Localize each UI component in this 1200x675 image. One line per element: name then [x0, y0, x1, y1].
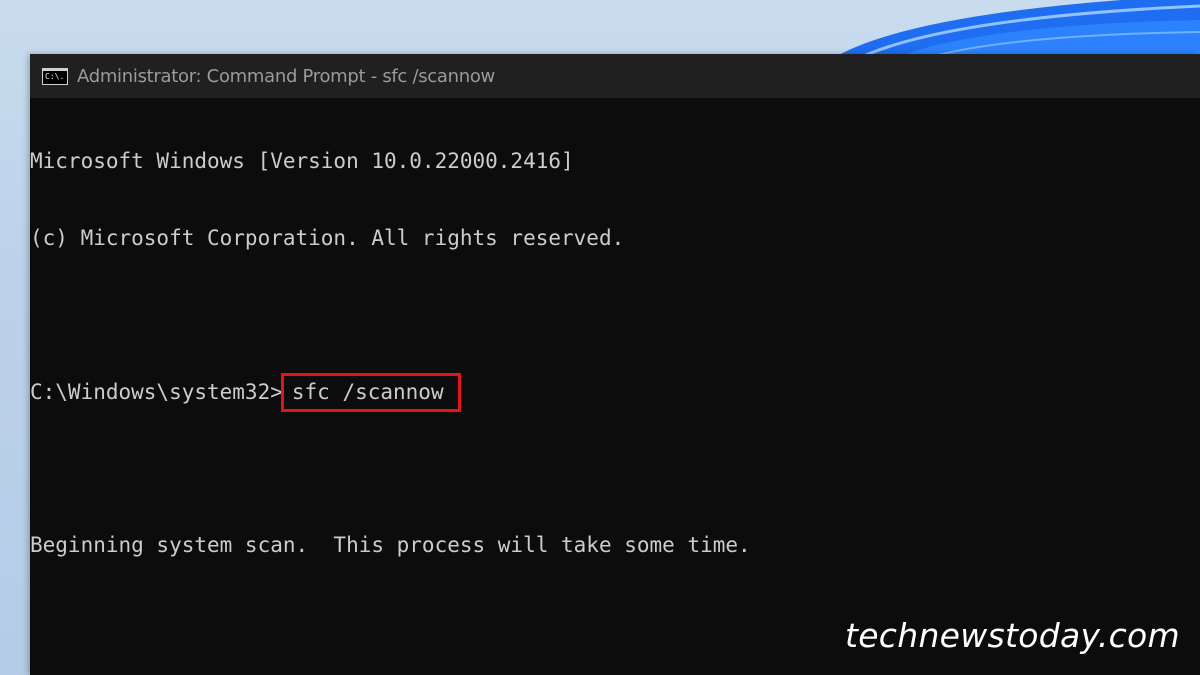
wallpaper-swirl — [770, 0, 1200, 60]
window-title: Administrator: Command Prompt - sfc /sca… — [77, 65, 495, 87]
console-line: (c) Microsoft Corporation. All rights re… — [30, 225, 625, 250]
console-line: Beginning system scan. This process will… — [30, 533, 751, 558]
watermark: technewstoday.com — [844, 616, 1180, 655]
command-line: C:\Windows\system32> sfc /scannow — [30, 372, 1200, 413]
cmd-icon: C:\. — [42, 67, 68, 85]
prompt-path: C:\Windows\system32> — [30, 379, 283, 404]
command-prompt-window[interactable]: C:\. Administrator: Command Prompt - sfc… — [30, 54, 1200, 675]
console-line: Microsoft Windows [Version 10.0.22000.24… — [30, 149, 574, 174]
title-bar[interactable]: C:\. Administrator: Command Prompt - sfc… — [30, 54, 1200, 98]
highlighted-command: sfc /scannow — [280, 372, 461, 413]
console-output[interactable]: Microsoft Windows [Version 10.0.22000.24… — [30, 98, 1200, 675]
